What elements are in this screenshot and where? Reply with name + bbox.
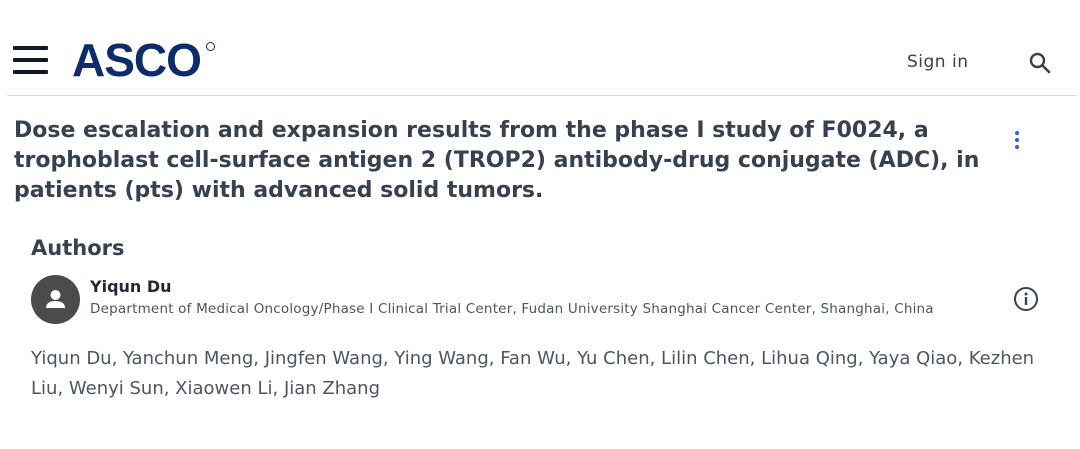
authors-heading: Authors xyxy=(31,236,125,260)
kebab-dot xyxy=(1015,145,1019,149)
sign-in-link[interactable]: Sign in xyxy=(907,52,968,72)
more-vertical-icon[interactable] xyxy=(1008,128,1026,154)
author-list: Yiqun Du, Yanchun Meng, Jingfen Wang, Yi… xyxy=(31,348,1035,399)
hamburger-menu-icon[interactable] xyxy=(13,46,48,74)
asco-logo[interactable]: ASCO xyxy=(72,36,202,84)
article-title: Dose escalation and expansion results fr… xyxy=(14,118,980,203)
header-divider xyxy=(7,95,1077,96)
person-icon xyxy=(46,290,65,308)
menu-bar xyxy=(13,46,48,50)
avatar xyxy=(31,275,80,324)
search-icon xyxy=(1029,52,1051,74)
menu-bar xyxy=(13,58,48,62)
site-header: ASCO Sign in xyxy=(0,0,1080,96)
kebab-dot xyxy=(1015,131,1019,135)
menu-bar xyxy=(13,70,48,74)
author-info-button[interactable] xyxy=(1013,286,1039,312)
info-icon xyxy=(1014,287,1038,311)
primary-author-name[interactable]: Yiqun Du xyxy=(90,277,172,296)
kebab-dot xyxy=(1015,138,1019,142)
registered-mark-icon xyxy=(206,42,215,51)
primary-author-affiliation: Department of Medical Oncology/Phase I C… xyxy=(90,301,934,317)
search-button[interactable] xyxy=(1028,51,1052,75)
